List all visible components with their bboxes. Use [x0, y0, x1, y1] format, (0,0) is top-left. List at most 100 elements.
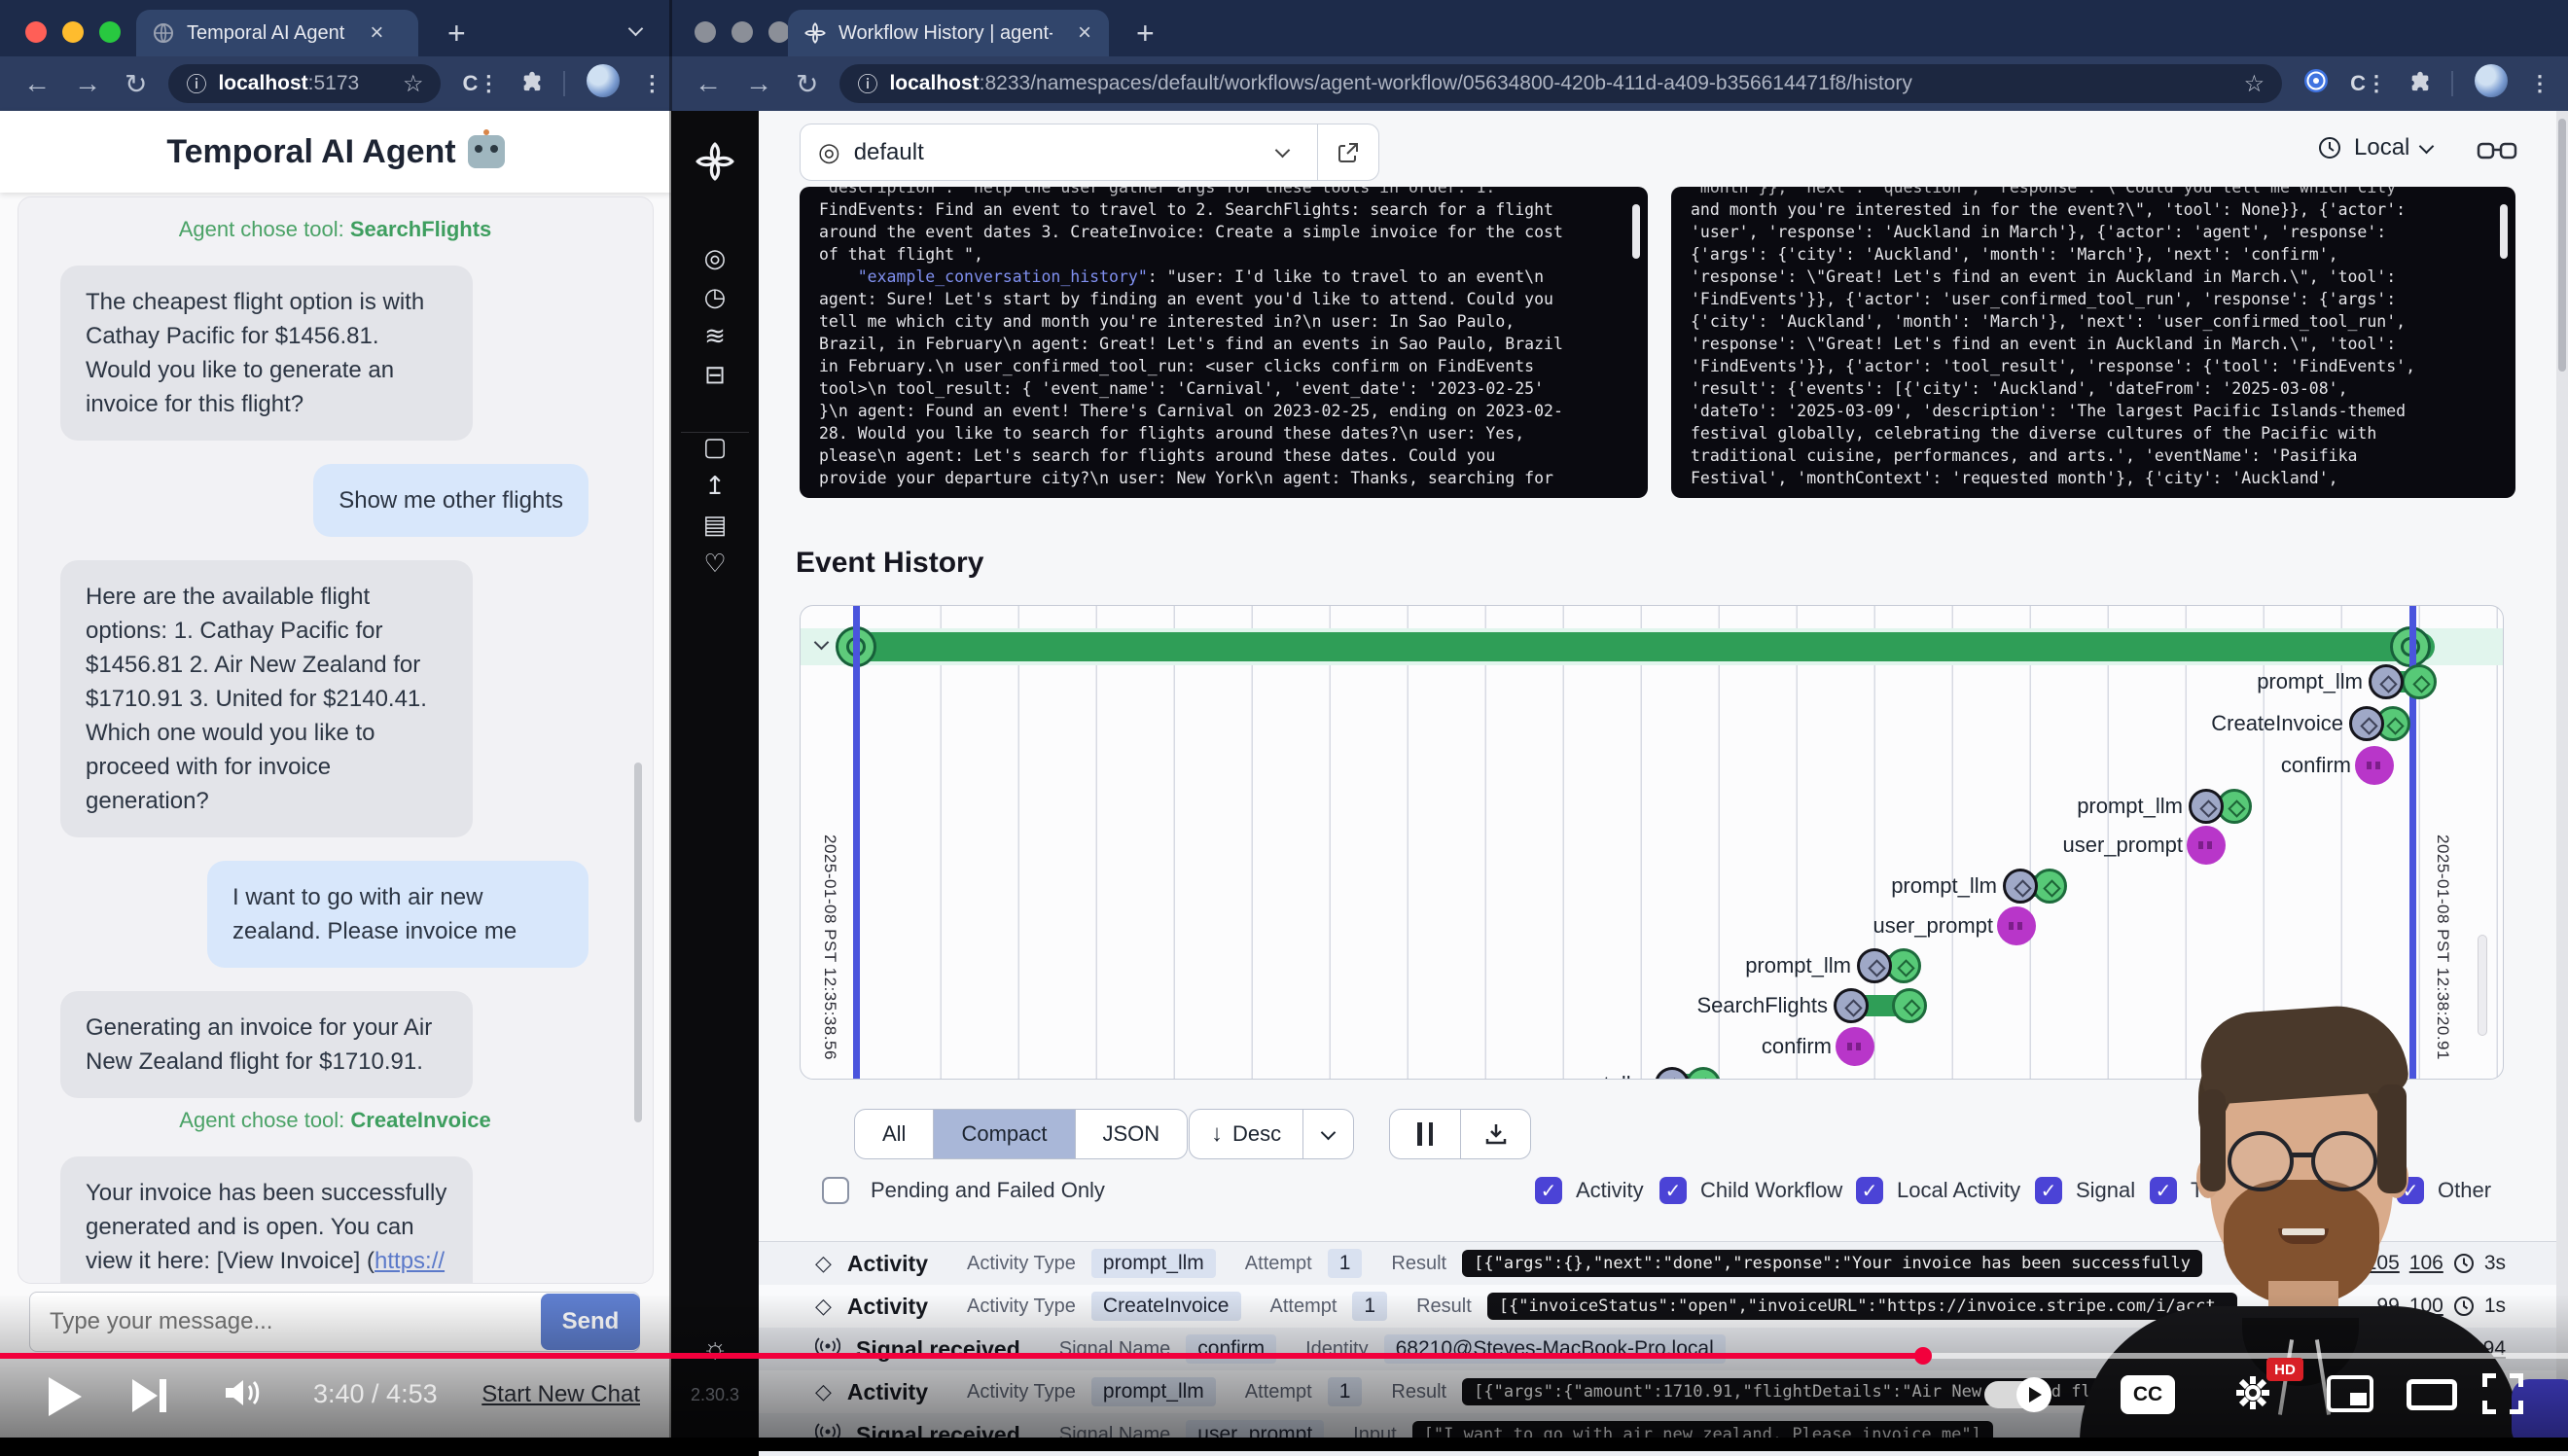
browser-menu-icon[interactable]: ⋮: [641, 71, 662, 96]
sort-dropdown-chevron[interactable]: [1302, 1110, 1353, 1158]
import-icon[interactable]: ↥: [671, 471, 759, 501]
signal-marker[interactable]: [2355, 746, 2394, 785]
profile-avatar[interactable]: [2475, 64, 2508, 103]
namespace-selector[interactable]: ◎ default: [800, 124, 1379, 181]
activity-completed-marker[interactable]: [1892, 988, 1927, 1023]
signal-marker[interactable]: [2187, 826, 2226, 865]
minimize-window-button[interactable]: [731, 21, 753, 43]
miniplayer-button[interactable]: [2327, 1375, 2373, 1412]
external-link-icon[interactable]: [1336, 140, 1361, 165]
back-button[interactable]: ←: [695, 68, 722, 99]
collapse-chevron-icon[interactable]: [816, 635, 827, 653]
forward-button[interactable]: →: [745, 68, 772, 99]
download-button[interactable]: [1460, 1110, 1530, 1158]
extension-ci-icon[interactable]: C⋮: [2350, 71, 2387, 96]
onepassword-icon[interactable]: [2303, 68, 2329, 99]
pending-failed-checkbox[interactable]: [822, 1177, 849, 1204]
checked-checkbox[interactable]: ✓: [1535, 1177, 1562, 1204]
extension-ci-icon[interactable]: C⋮: [462, 71, 499, 96]
extensions-puzzle-icon[interactable]: [2408, 69, 2432, 98]
labs-glasses-icon[interactable]: [2477, 138, 2517, 170]
autoplay-toggle[interactable]: [1984, 1381, 2049, 1408]
workflow-execution-bar[interactable]: [853, 632, 2435, 661]
checked-checkbox[interactable]: ✓: [1659, 1177, 1687, 1204]
video-progress-bar[interactable]: [0, 1353, 2568, 1359]
address-bar[interactable]: ⓘ localhost:5173 ☆: [168, 64, 441, 103]
reload-button[interactable]: ↻: [125, 68, 147, 100]
fullscreen-button[interactable]: [2482, 1373, 2523, 1414]
signal-marker[interactable]: [1997, 906, 2036, 945]
pause-button[interactable]: [1390, 1110, 1460, 1158]
view-mode-compact[interactable]: Compact: [933, 1110, 1074, 1158]
checked-checkbox[interactable]: ✓: [2035, 1177, 2062, 1204]
view-mode-json[interactable]: JSON: [1075, 1110, 1188, 1158]
site-info-icon[interactable]: ⓘ: [857, 69, 877, 98]
tab-search-icon[interactable]: [630, 21, 641, 39]
schedules-icon[interactable]: ◷: [671, 282, 759, 312]
browser-menu-icon[interactable]: ⋮: [2529, 71, 2550, 96]
timezone-selector[interactable]: Local: [2317, 134, 2432, 161]
temporal-logo-icon[interactable]: [671, 140, 759, 190]
maximize-window-button[interactable]: [768, 21, 790, 43]
bookmark-star-icon[interactable]: ☆: [403, 70, 424, 98]
activity-completed-marker[interactable]: [2402, 664, 2437, 699]
extensions-puzzle-icon[interactable]: [520, 69, 544, 98]
activity-scheduled-marker[interactable]: [2349, 706, 2384, 741]
window-controls[interactable]: [25, 21, 121, 43]
namespaces-icon[interactable]: ▢: [671, 432, 759, 462]
progress-scrubber[interactable]: [1914, 1347, 1932, 1365]
window-controls[interactable]: [695, 21, 790, 43]
browser-tab[interactable]: Workflow History | agent-wor ×: [788, 10, 1109, 56]
filter-local-activity[interactable]: ✓Local Activity: [1856, 1177, 2020, 1204]
close-window-button[interactable]: [695, 21, 716, 43]
maximize-window-button[interactable]: [99, 21, 121, 43]
close-window-button[interactable]: [25, 21, 47, 43]
address-bar[interactable]: ⓘ localhost:8233/namespaces/default/work…: [839, 64, 2282, 103]
filter-activity[interactable]: ✓Activity: [1535, 1177, 1644, 1204]
activity-scheduled-marker[interactable]: [2189, 789, 2224, 824]
stack-icon[interactable]: ≋: [671, 321, 759, 351]
play-button[interactable]: [49, 1377, 82, 1416]
minimize-window-button[interactable]: [62, 21, 84, 43]
archive-icon[interactable]: ⊟: [671, 360, 759, 390]
reload-button[interactable]: ↻: [796, 68, 818, 100]
site-info-icon[interactable]: ⓘ: [186, 69, 206, 98]
activity-scheduled-marker[interactable]: [1655, 1067, 1690, 1080]
pending-failed-filter[interactable]: Pending and Failed Only: [822, 1177, 1105, 1204]
feedback-icon[interactable]: ♡: [671, 549, 759, 579]
page-scrollbar[interactable]: [2556, 111, 2568, 1438]
theater-mode-button[interactable]: [2407, 1379, 2457, 1410]
checked-checkbox[interactable]: ✓: [1856, 1177, 1883, 1204]
view-mode-all[interactable]: All: [855, 1110, 933, 1158]
docs-icon[interactable]: ▤: [671, 510, 759, 540]
sort-order-button[interactable]: ↓Desc: [1189, 1109, 1354, 1159]
activity-scheduled-marker[interactable]: [2369, 664, 2404, 699]
workflow-input-json-left[interactable]: "description": "help the user gather arg…: [800, 187, 1648, 498]
browser-tab[interactable]: Temporal AI Agent ×: [136, 10, 418, 56]
tab-close-icon[interactable]: ×: [1078, 19, 1091, 47]
forward-button[interactable]: →: [74, 68, 101, 99]
settings-gear-icon[interactable]: [2233, 1373, 2272, 1417]
activity-scheduled-marker[interactable]: [1857, 948, 1892, 983]
bookmark-star-icon[interactable]: ☆: [2244, 70, 2265, 98]
new-tab-button[interactable]: +: [1136, 16, 1155, 52]
activity-scheduled-marker[interactable]: [1834, 988, 1869, 1023]
activity-scheduled-marker[interactable]: [2003, 869, 2038, 904]
volume-icon[interactable]: [222, 1375, 265, 1415]
chat-scrollbar[interactable]: [634, 763, 642, 1122]
tab-title: Workflow History | agent-wor: [838, 22, 1052, 45]
workflows-icon[interactable]: ◎: [671, 243, 759, 273]
new-tab-button[interactable]: +: [447, 16, 466, 52]
profile-avatar[interactable]: [587, 64, 620, 103]
signal-marker[interactable]: [1836, 1027, 1874, 1066]
code-scrollbar[interactable]: [2500, 204, 2508, 259]
view-mode-segmented-control[interactable]: AllCompactJSON: [854, 1109, 1188, 1159]
code-scrollbar[interactable]: [1632, 204, 1640, 259]
code-line: "description": "help the user gather arg…: [819, 187, 1628, 198]
filter-child-workflow[interactable]: ✓Child Workflow: [1659, 1177, 1842, 1204]
back-button[interactable]: ←: [23, 68, 51, 99]
captions-button[interactable]: CC: [2121, 1375, 2175, 1414]
activity-completed-marker[interactable]: [1686, 1067, 1721, 1080]
workflow-input-json-right[interactable]: 'month'}}, 'next': 'question', 'response…: [1671, 187, 2515, 498]
tab-close-icon[interactable]: ×: [370, 19, 383, 47]
